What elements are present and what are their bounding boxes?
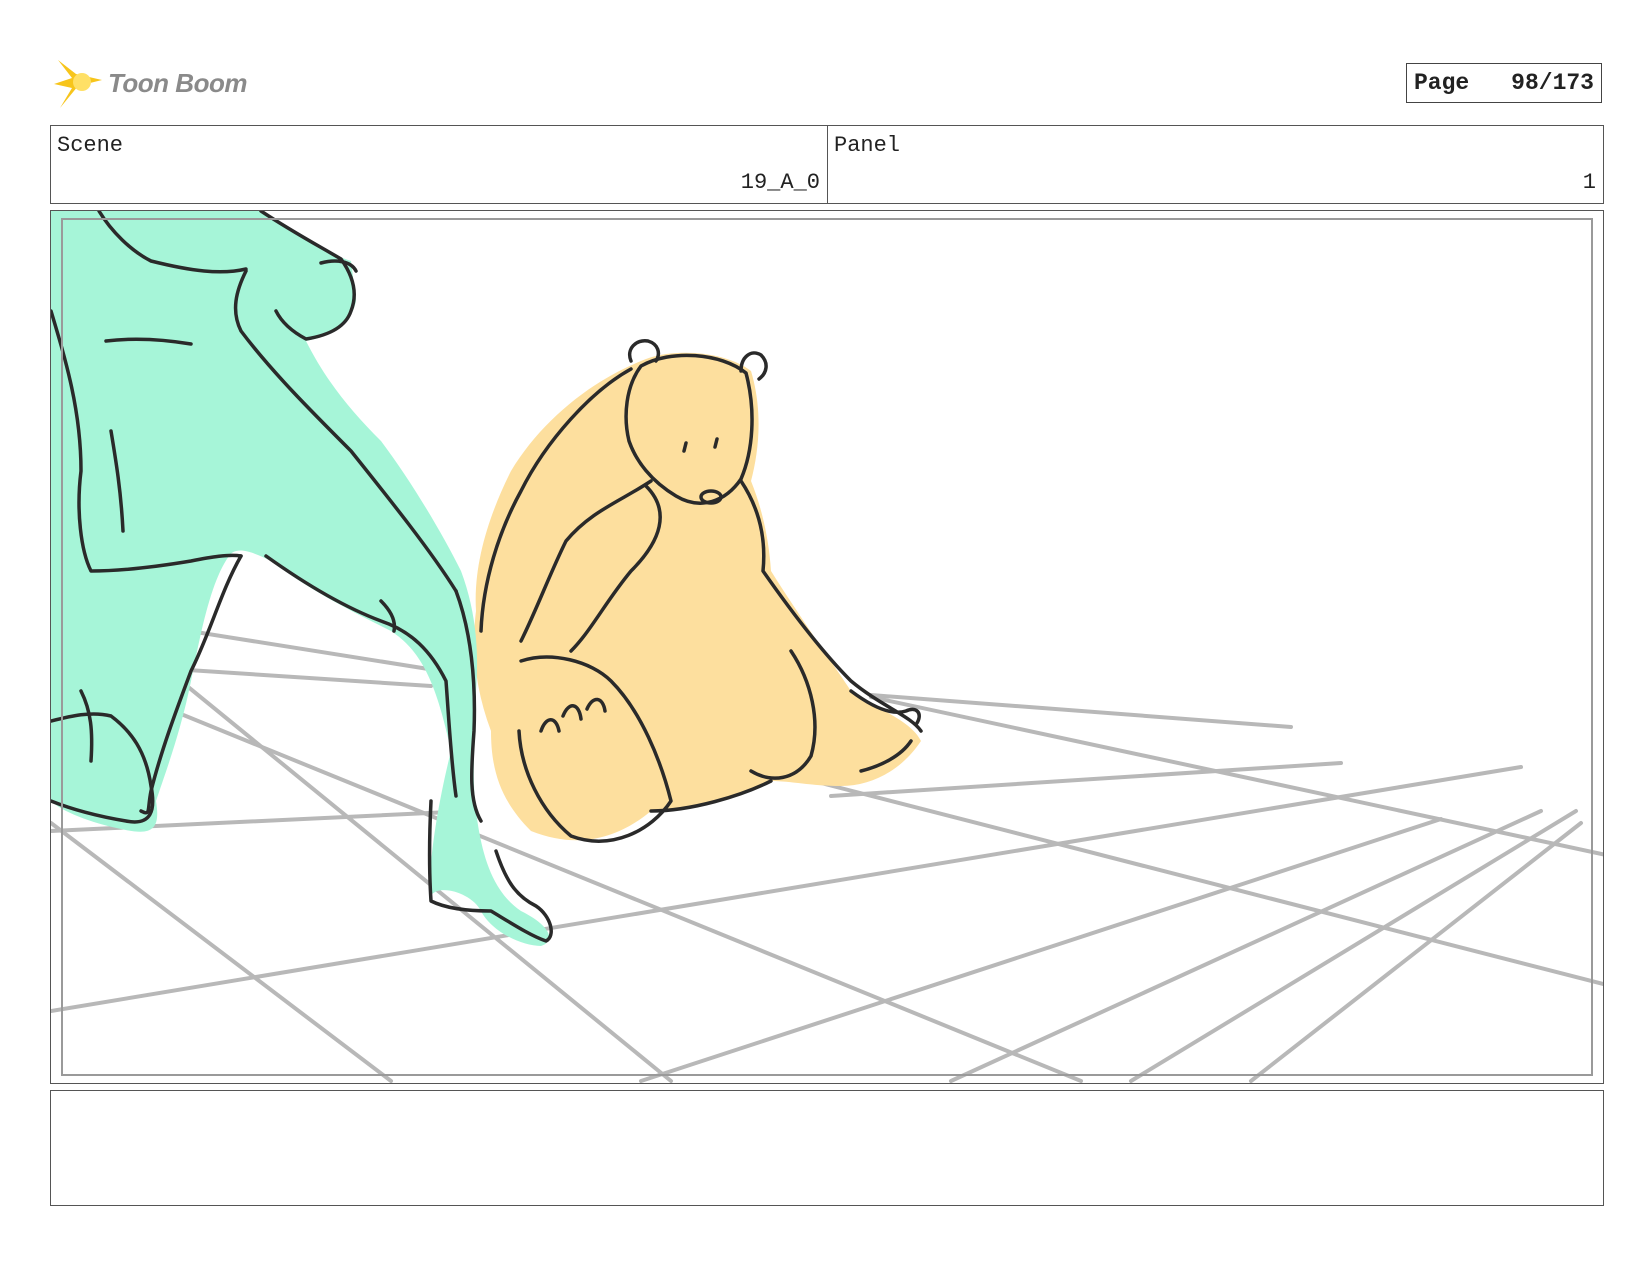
panel-label: Panel [834,133,901,158]
logo-text: Toon Boom [108,68,247,98]
panel-notes-box [50,1090,1604,1206]
figure-silhouette [51,211,553,946]
grid-line [869,695,1603,857]
sketch-drawing [51,211,1603,1083]
panel-cell: Panel 1 [828,126,1603,203]
floor-grid [51,573,1603,1083]
logo-star-icon [54,60,102,108]
grid-line [51,821,393,1083]
bear-eye-right [713,437,719,449]
grid-line [1249,821,1583,1083]
grid-line [51,765,1523,1013]
logo-star-core [73,73,91,91]
grid-line [829,761,1343,798]
grid-line [1129,809,1578,1083]
bear-eye-left [682,441,688,453]
page-label: Page [1414,70,1470,96]
page-indicator: Page 98/173 [1406,63,1602,103]
panel-value: 1 [1582,170,1596,195]
storyboard-frame [50,210,1604,1084]
scene-label: Scene [57,133,124,158]
toon-boom-logo: Toon Boom [52,56,262,112]
scene-value: 19_A_0 [740,170,820,195]
scene-cell: Scene 19_A_0 [51,126,828,203]
scene-panel-header: Scene 19_A_0 Panel 1 [50,125,1604,204]
page-number: 98/173 [1511,70,1594,96]
grid-line [819,781,1603,987]
bear [474,339,923,843]
